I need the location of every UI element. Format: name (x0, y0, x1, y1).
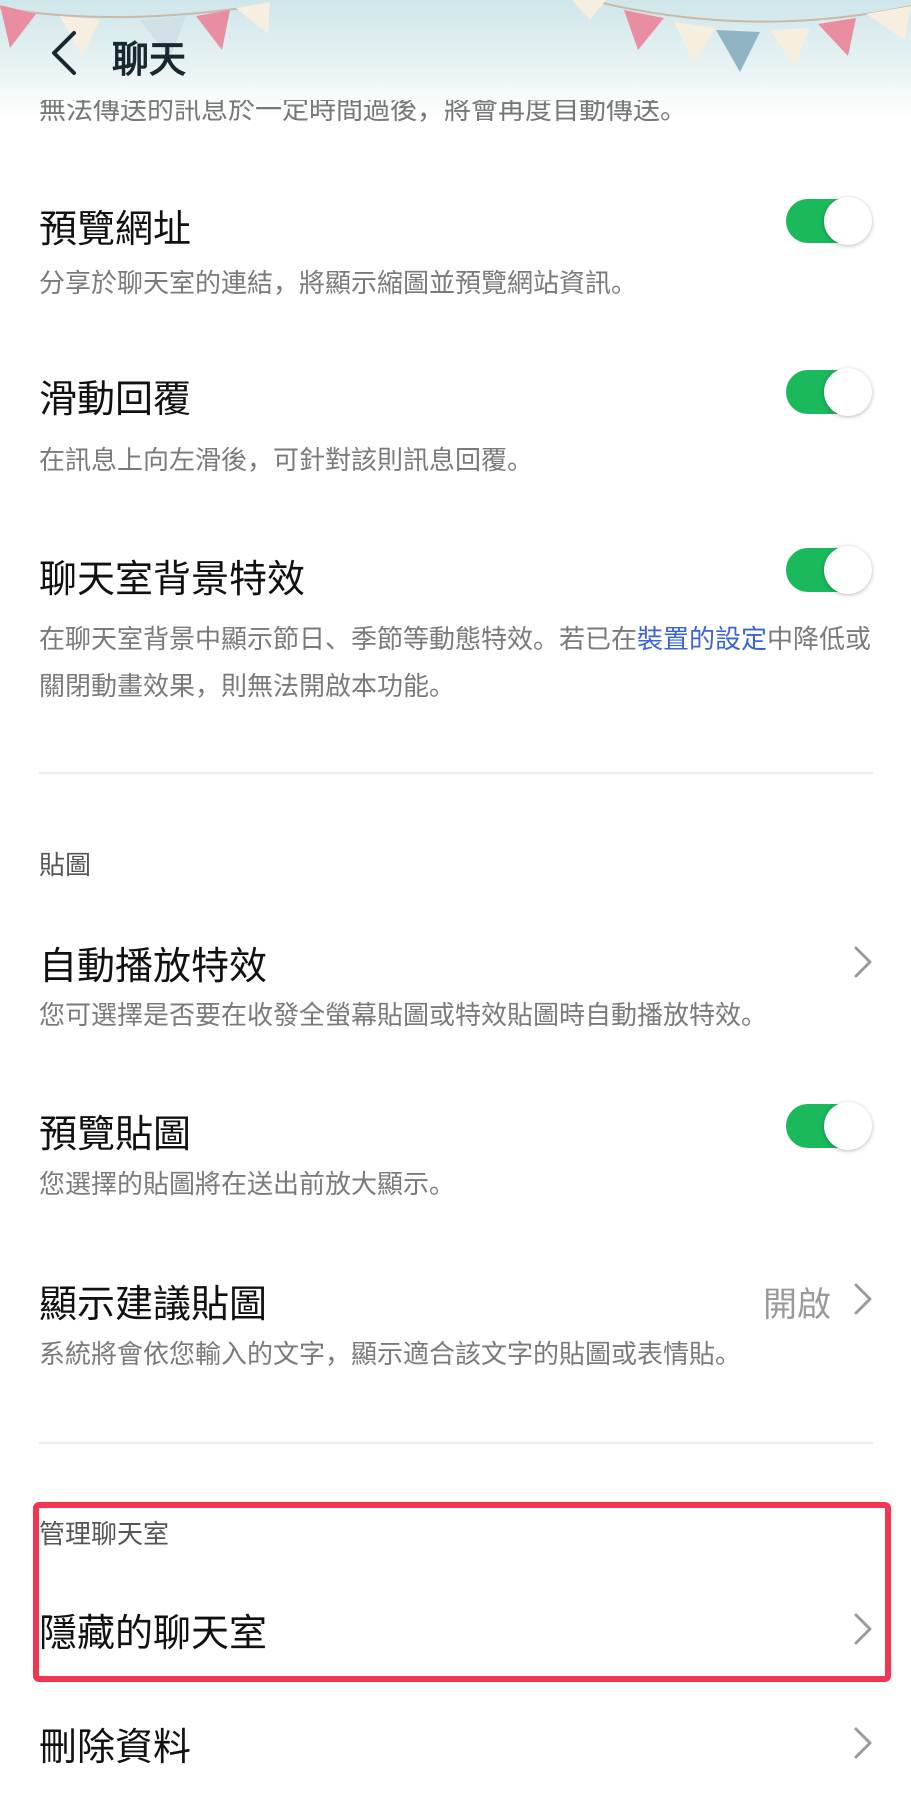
url-preview-toggle[interactable] (786, 197, 872, 245)
section-divider (39, 772, 873, 774)
suggest-stickers-value: 開啟 (763, 1285, 831, 1325)
section-divider (39, 1442, 873, 1444)
page-title: 聊天 (112, 38, 186, 81)
url-preview-description: 分享於聊天室的連結，將顯示縮圖並預覽網站資訊。 (39, 269, 638, 299)
preview-stickers-description: 您選擇的貼圖將在送出前放大顯示。 (39, 1170, 456, 1200)
chevron-right-icon[interactable] (853, 945, 873, 979)
toggle-knob (824, 1102, 872, 1150)
swipe-reply-description: 在訊息上向左滑後，可針對該則訊息回覆。 (39, 446, 534, 476)
toggle-knob (824, 546, 872, 594)
chevron-right-icon[interactable] (853, 1726, 873, 1760)
bg-effects-title: 聊天室背景特效 (39, 557, 306, 601)
back-button[interactable] (44, 25, 84, 81)
device-settings-link[interactable]: 裝置的設定 (637, 625, 767, 655)
previous-setting-description: 無法傳送的訊息於一定時間過後，將會再度自動傳送。 (39, 100, 687, 126)
toggle-knob (824, 197, 872, 245)
bg-effects-toggle[interactable] (786, 546, 872, 594)
toggle-knob (824, 368, 872, 416)
auto-play-effects-description: 您可選擇是否要在收發全螢幕貼圖或特效貼圖時自動播放特效。 (39, 1001, 768, 1031)
stickers-section-label: 貼圖 (39, 851, 92, 881)
preview-stickers-title: 預覽貼圖 (39, 1112, 192, 1156)
swipe-reply-toggle[interactable] (786, 368, 872, 416)
suggest-stickers-description: 系統將會依您輸入的文字，顯示適合該文字的貼圖或表情貼。 (39, 1340, 742, 1370)
chevron-left-icon (52, 31, 76, 75)
preview-stickers-toggle[interactable] (786, 1102, 872, 1150)
bg-effects-desc-part1: 在聊天室背景中顯示節日、季節等動態特效。若已在 (39, 625, 638, 655)
chevron-right-icon[interactable] (853, 1282, 873, 1316)
delete-data-title[interactable]: 刪除資料 (39, 1716, 191, 1771)
suggest-stickers-title[interactable]: 顯示建議貼圖 (39, 1273, 267, 1328)
bg-effects-description: 在聊天室背景中顯示節日、季節等動態特效。若已在裝置的設定中降低或關閉動畫效果，則… (39, 617, 874, 711)
swipe-reply-title: 滑動回覆 (39, 377, 192, 421)
auto-play-effects-title[interactable]: 自動播放特效 (39, 935, 267, 990)
highlight-box (33, 1502, 891, 1682)
url-preview-title: 預覽網址 (39, 207, 192, 251)
